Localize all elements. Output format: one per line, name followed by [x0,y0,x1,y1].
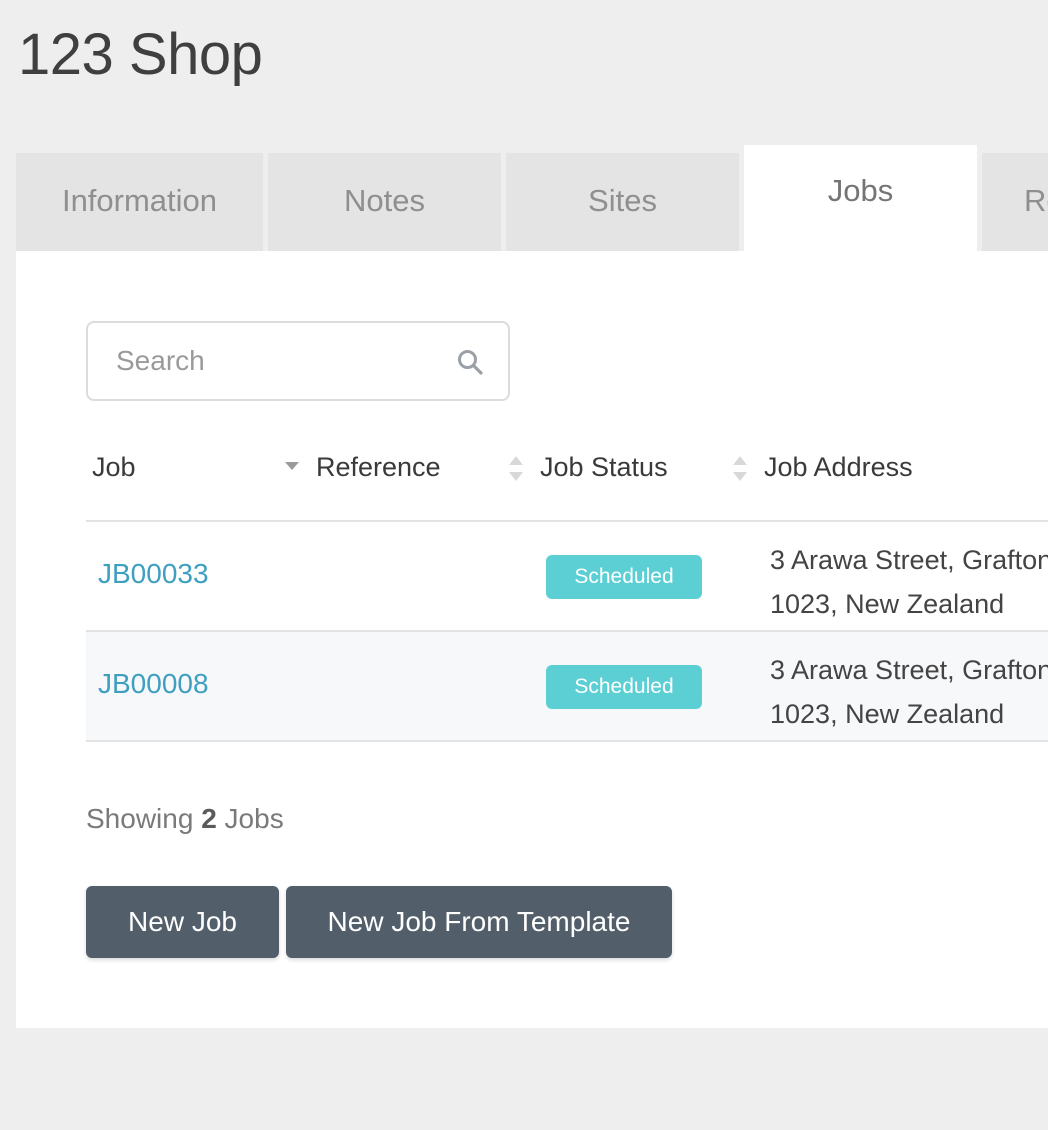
tab-bar: Information Notes Sites Jobs Re [16,145,1048,251]
tab-jobs[interactable]: Jobs [744,145,977,251]
address-line: 3 Arawa Street, Grafton [770,655,1048,685]
table-header: Job Reference Job Status Job Address [86,421,1048,522]
search-input[interactable] [114,344,438,378]
tab-information[interactable]: Information [16,153,263,251]
table-row[interactable]: JB00033 Scheduled 3 Arawa Street, Grafto… [86,522,1048,632]
search-icon[interactable] [456,348,484,376]
address-line: 1023, New Zealand [770,589,1005,619]
job-link[interactable]: JB00008 [98,668,209,700]
tab-notes[interactable]: Notes [268,153,501,251]
sort-desc-icon[interactable] [284,461,300,471]
address-line: 1023, New Zealand [770,699,1005,729]
showing-suffix: Jobs [224,803,284,834]
new-job-from-template-button[interactable]: New Job From Template [286,886,672,958]
new-job-button[interactable]: New Job [86,886,279,958]
column-header-job-address[interactable]: Job Address [764,452,913,483]
column-header-job-status[interactable]: Job Status [540,452,668,483]
status-badge: Scheduled [546,665,702,709]
job-link[interactable]: JB00033 [98,558,209,590]
showing-prefix: Showing [86,803,194,834]
showing-count: 2 [201,803,217,834]
sort-icon[interactable] [508,455,524,483]
jobs-table: Job Reference Job Status Job Address JB0… [86,421,1048,742]
tab-re[interactable]: Re [982,153,1048,251]
column-header-reference[interactable]: Reference [316,452,441,483]
page-title: 123 Shop [18,22,263,87]
table-row[interactable]: JB00008 Scheduled 3 Arawa Street, Grafto… [86,632,1048,742]
tab-sites[interactable]: Sites [506,153,739,251]
job-address: 3 Arawa Street, Grafton 1023, New Zealan… [770,648,1048,736]
jobs-panel: Job Reference Job Status Job Address JB0… [16,251,1048,1028]
column-header-job[interactable]: Job [92,452,136,483]
results-count: Showing 2 Jobs [86,803,284,835]
address-line: 3 Arawa Street, Grafton [770,545,1048,575]
status-badge: Scheduled [546,555,702,599]
job-address: 3 Arawa Street, Grafton 1023, New Zealan… [770,538,1048,626]
search-box [86,321,510,401]
sort-icon[interactable] [732,455,748,483]
